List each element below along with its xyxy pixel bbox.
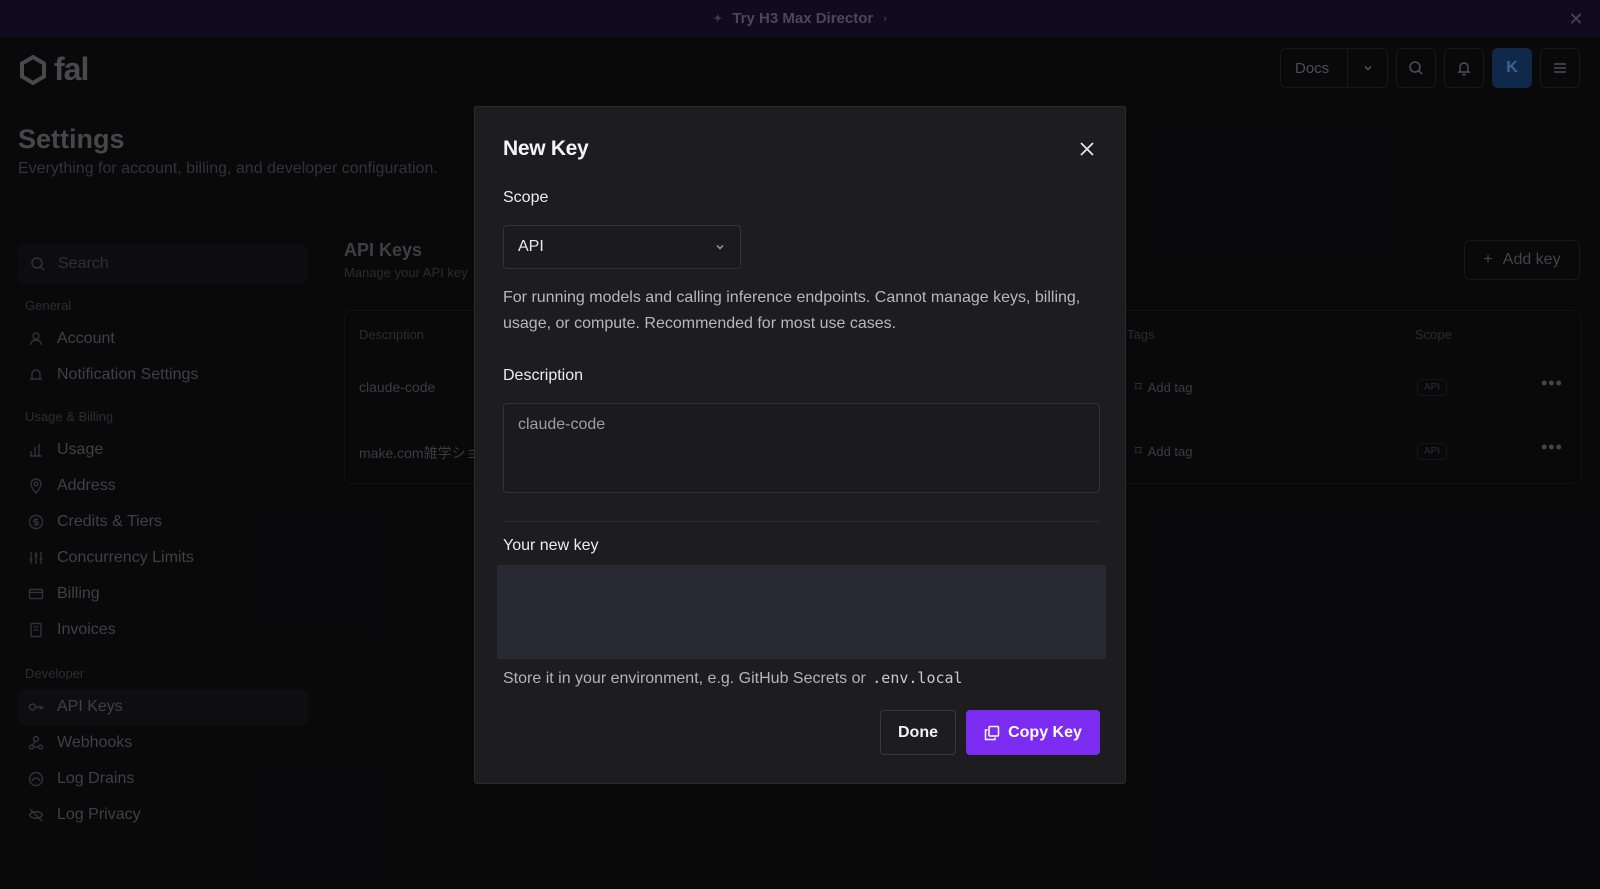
store-note-text: Store it in your environment, e.g. GitHu…	[503, 670, 866, 687]
close-icon[interactable]	[1075, 137, 1099, 161]
copy-key-label: Copy Key	[1008, 723, 1082, 741]
description-label: Description	[503, 367, 584, 384]
new-key-dialog: New Key Scope API For running models and…	[474, 106, 1126, 784]
copy-icon	[984, 725, 1000, 740]
new-key-label: Your new key	[503, 537, 599, 554]
scope-description: For running models and calling inference…	[503, 289, 1081, 332]
copy-key-button[interactable]: Copy Key	[966, 710, 1100, 755]
store-key-note: Store it in your environment, e.g. GitHu…	[503, 669, 963, 688]
divider	[503, 521, 1100, 522]
chevron-down-icon	[714, 240, 726, 258]
dialog-title: New Key	[503, 137, 589, 160]
done-button[interactable]: Done	[880, 710, 956, 755]
scope-label: Scope	[503, 189, 549, 206]
scope-select-value: API	[518, 238, 544, 255]
new-key-value-box[interactable]	[497, 565, 1106, 659]
env-file-code: .env.local	[872, 669, 963, 687]
scope-select[interactable]: API	[503, 225, 741, 269]
description-field[interactable]: claude-code	[503, 403, 1100, 493]
